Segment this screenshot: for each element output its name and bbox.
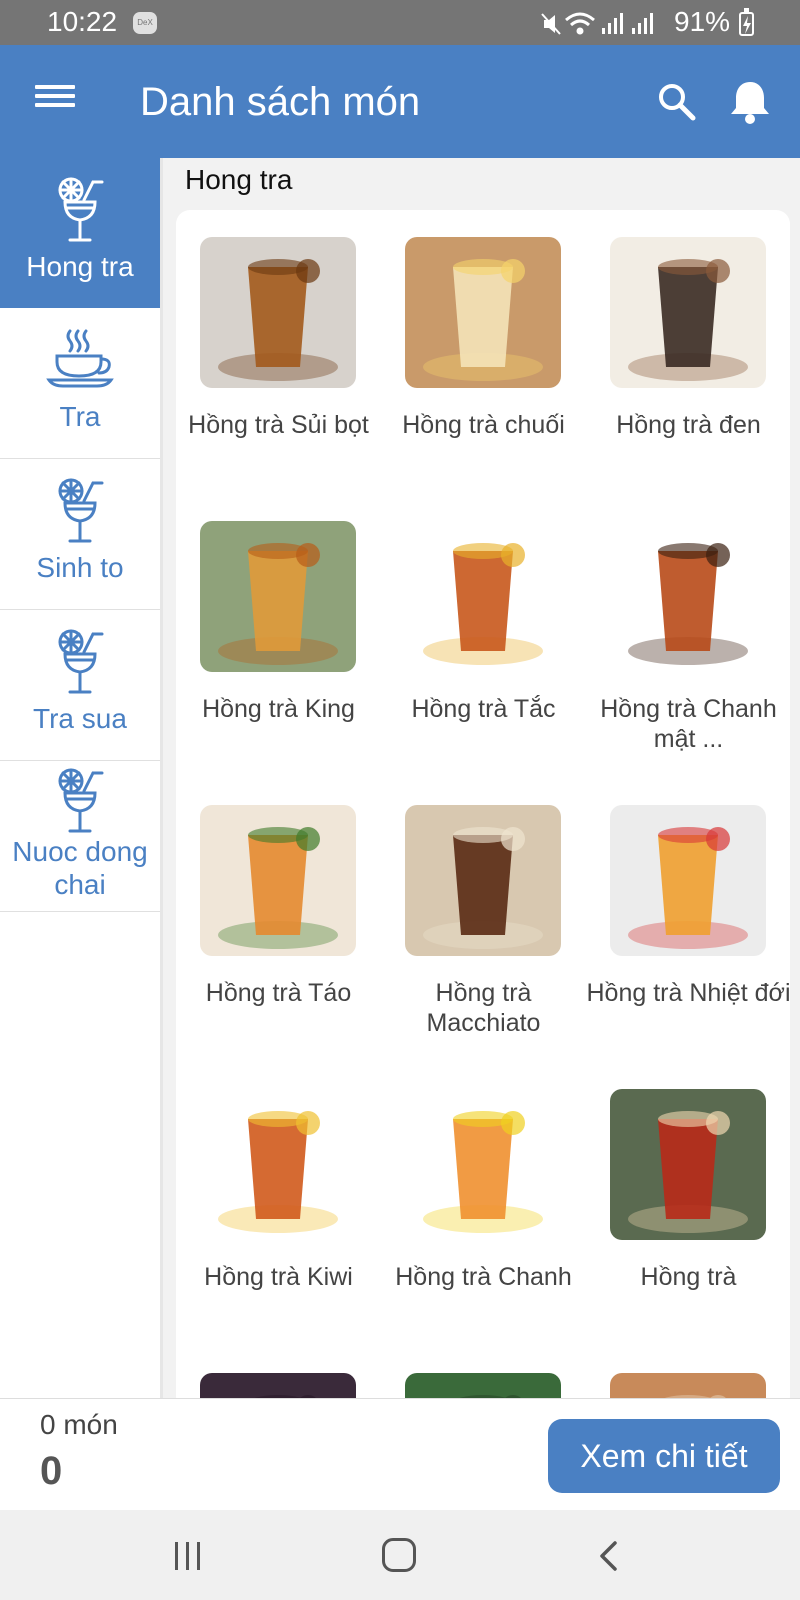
category-sidebar: Hong tra Tra Sinh to Tra sua Nuoc dong c… xyxy=(0,158,163,1398)
battery-charging-icon xyxy=(739,8,754,36)
category-item-sinh-to[interactable]: Sinh to xyxy=(0,459,160,610)
menu-item-card[interactable]: Hồng trà Táo xyxy=(176,778,381,1058)
back-icon[interactable] xyxy=(595,1540,625,1572)
coffee-cup-icon xyxy=(46,329,114,388)
menu-item-card[interactable]: Hồng trà Kiwi xyxy=(176,1062,381,1342)
menu-item-image xyxy=(405,1089,561,1240)
menu-item-card[interactable]: Hồng trà Tắc xyxy=(381,494,586,774)
menu-icon[interactable] xyxy=(30,80,80,120)
order-summary-bar: 0 món 0 Xem chi tiết xyxy=(0,1398,800,1510)
menu-item-name: Hồng trà King xyxy=(202,695,355,723)
section-title: Hong tra xyxy=(185,164,293,195)
search-icon[interactable] xyxy=(655,80,699,124)
order-total: 0 xyxy=(40,1449,63,1493)
menu-item-image xyxy=(200,237,356,388)
menu-item-image xyxy=(200,805,356,956)
menu-item-card[interactable]: Hồng trà King xyxy=(176,494,381,774)
menu-item-name: Hồng trà Tắc xyxy=(411,695,556,723)
menu-item-name: Hồng trà xyxy=(640,1263,737,1291)
menu-item-image xyxy=(610,521,766,672)
menu-item-card[interactable]: Hồng trà Chanh xyxy=(381,1062,586,1342)
category-label: Nuoc dong chai xyxy=(12,836,148,900)
cocktail-icon xyxy=(58,177,104,242)
menu-item-image xyxy=(610,1089,766,1240)
menu-item-image xyxy=(200,1089,356,1240)
menu-item-card[interactable]: Hồng trà Macchiato xyxy=(381,778,586,1058)
menu-item-image xyxy=(200,521,356,672)
menu-item-image xyxy=(405,237,561,388)
menu-item-name: Hồng trà Macchiato xyxy=(426,979,541,1037)
product-grid: Hồng trà Sủi bọt Hồng trà chuối Hồng trà đ… xyxy=(176,210,790,1410)
menu-item-card[interactable]: Hồng trà Chanh mật ... xyxy=(586,494,790,774)
menu-item-name: Hồng trà Kiwi xyxy=(204,1263,353,1291)
category-label: Tra xyxy=(59,401,101,432)
category-item-nuoc-dong-chai[interactable]: Nuoc dong chai xyxy=(0,761,160,912)
system-nav-bar xyxy=(0,1510,800,1600)
category-label: Hong tra xyxy=(26,251,134,282)
menu-item-card[interactable]: Hồng trà chuối xyxy=(381,210,586,490)
menu-item-card[interactable]: Hồng trà xyxy=(586,1062,790,1342)
menu-item-card[interactable]: Hồng trà Sủi bọt xyxy=(176,210,381,490)
category-label: Sinh to xyxy=(36,552,124,583)
cocktail-icon xyxy=(58,768,104,833)
home-icon[interactable] xyxy=(382,1538,416,1572)
cocktail-icon xyxy=(58,478,104,543)
mute-icon xyxy=(541,13,561,35)
menu-item-card[interactable]: Hồng trà Nhiệt đới xyxy=(586,778,790,1058)
wifi-icon xyxy=(565,12,595,35)
view-details-button[interactable]: Xem chi tiết xyxy=(548,1419,780,1493)
menu-item-image xyxy=(610,237,766,388)
bell-icon[interactable] xyxy=(728,78,772,126)
page-title: Danh sách món xyxy=(140,80,421,124)
dex-badge: DeX xyxy=(133,12,157,34)
category-item-tra[interactable]: Tra xyxy=(0,308,160,459)
menu-item-name: Hồng trà Chanh xyxy=(395,1263,572,1291)
status-icons xyxy=(541,12,653,35)
status-time: 10:22 xyxy=(47,6,118,37)
menu-item-image xyxy=(610,805,766,956)
cocktail-icon xyxy=(58,629,104,694)
category-item-tra-sua[interactable]: Tra sua xyxy=(0,610,160,761)
menu-item-name: Hồng trà chuối xyxy=(402,411,565,439)
battery-percent: 91% xyxy=(674,6,731,37)
recent-apps-icon[interactable] xyxy=(175,1542,207,1570)
item-count: 0 món xyxy=(40,1409,118,1440)
menu-item-card[interactable]: Hồng trà đen xyxy=(586,210,790,490)
menu-item-image xyxy=(405,521,561,672)
menu-item-name: Hồng trà Chanh mật ... xyxy=(600,695,777,753)
status-bar: 10:22 DeX 91% xyxy=(0,0,800,45)
category-label: Tra sua xyxy=(33,703,127,734)
category-item-hong-tra[interactable]: Hong tra xyxy=(0,158,160,308)
menu-item-name: Hồng trà đen xyxy=(616,411,761,439)
app-bar: Danh sách món xyxy=(0,45,800,158)
menu-item-name: Hồng trà Táo xyxy=(205,979,352,1007)
menu-item-image xyxy=(405,805,561,956)
menu-item-name: Hồng trà Nhiệt đới xyxy=(586,979,791,1007)
menu-item-name: Hồng trà Sủi bọt xyxy=(188,411,369,439)
signal-icon xyxy=(602,13,653,34)
